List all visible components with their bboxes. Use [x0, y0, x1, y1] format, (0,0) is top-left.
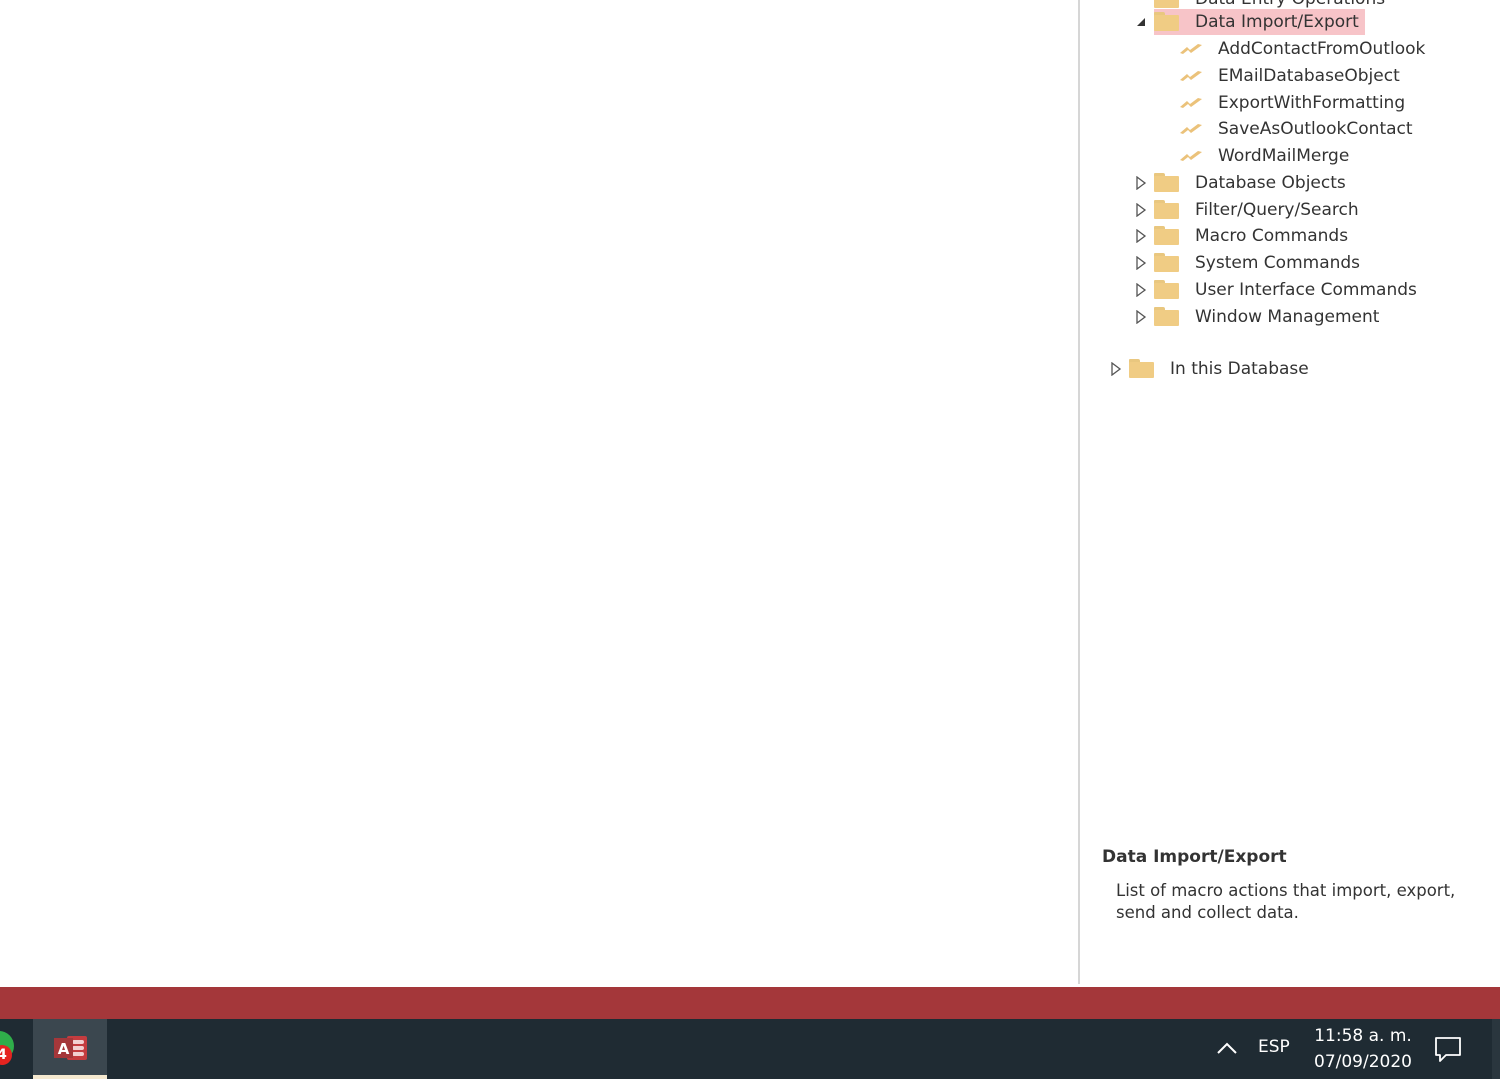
- tree-folder-item[interactable]: System Commands: [1134, 250, 1366, 276]
- tree-action-item[interactable]: SaveAsOutlookContact: [1178, 116, 1413, 142]
- expand-arrow-icon[interactable]: [1134, 256, 1148, 270]
- folder-icon: [1129, 359, 1155, 379]
- tree-folder-label: User Interface Commands: [1195, 280, 1417, 300]
- tree-folder-item[interactable]: Macro Commands: [1134, 223, 1354, 249]
- tree-folder-label: Macro Commands: [1195, 226, 1349, 246]
- tree-action-item[interactable]: AddContactFromOutlook: [1178, 36, 1425, 62]
- folder-icon: [1154, 253, 1180, 273]
- language-indicator[interactable]: ESP: [1258, 1037, 1290, 1057]
- taskbar-access-button[interactable]: A: [33, 1019, 107, 1079]
- folder-icon: [1154, 280, 1180, 300]
- chevron-up-icon[interactable]: [1212, 1034, 1242, 1064]
- folder-icon: [1154, 226, 1180, 246]
- collapse-arrow-icon[interactable]: [1134, 15, 1148, 29]
- action-catalog-pane: Data Entry Operations Data Import/Export…: [1078, 0, 1500, 984]
- show-desktop-button[interactable]: [1492, 1019, 1500, 1079]
- tree-action-label: ExportWithFormatting: [1218, 93, 1406, 113]
- tree-action-item[interactable]: EMailDatabaseObject: [1178, 63, 1400, 89]
- tree-folder-label: In this Database: [1170, 359, 1309, 379]
- tree-folder-in-this-database[interactable]: In this Database: [1109, 356, 1315, 382]
- tree-folder-data-import-export[interactable]: Data Import/Export: [1134, 9, 1365, 35]
- macro-action-icon: [1180, 124, 1202, 134]
- expand-arrow-icon[interactable]: [1134, 310, 1148, 324]
- folder-icon: [1154, 12, 1180, 32]
- tree-folder-item[interactable]: User Interface Commands: [1134, 277, 1423, 303]
- macro-action-icon: [1180, 44, 1202, 54]
- access-logo-letter: A: [58, 1040, 70, 1058]
- tree-folder-label: Filter/Query/Search: [1195, 200, 1359, 220]
- tree-folder-label: Window Management: [1195, 307, 1380, 327]
- tree-folder-label: System Commands: [1195, 253, 1361, 273]
- tree-action-label: SaveAsOutlookContact: [1218, 119, 1413, 139]
- status-bar: [0, 987, 1500, 1019]
- tree-folder-label: Data Entry Operations: [1195, 0, 1385, 9]
- windows-taskbar: 4 A ESP 11:58 a. m. 07/09/2020: [0, 1019, 1500, 1079]
- folder-icon: [1154, 173, 1180, 193]
- tree-folder-item[interactable]: Filter/Query/Search: [1134, 197, 1365, 223]
- active-app-indicator: [33, 1075, 107, 1079]
- expand-arrow-icon[interactable]: [1109, 362, 1123, 376]
- tree-action-label: EMailDatabaseObject: [1218, 66, 1400, 86]
- action-center-icon[interactable]: [1432, 1033, 1464, 1065]
- expand-arrow-icon[interactable]: [1134, 283, 1148, 297]
- tree-action-item[interactable]: WordMailMerge: [1178, 143, 1349, 169]
- expand-arrow-icon[interactable]: [1134, 176, 1148, 190]
- tree-action-item[interactable]: ExportWithFormatting: [1178, 90, 1405, 116]
- tree-folder-item[interactable]: Window Management: [1134, 304, 1385, 330]
- macro-action-icon: [1180, 98, 1202, 108]
- tree-folder-label: Database Objects: [1195, 173, 1346, 193]
- folder-icon: [1154, 307, 1180, 327]
- tree-folder-item[interactable]: Database Objects: [1134, 170, 1352, 196]
- description-text: List of macro actions that import, expor…: [1116, 881, 1456, 922]
- tree-folder-label: Data Import/Export: [1195, 12, 1359, 32]
- expand-arrow-icon[interactable]: [1134, 0, 1148, 6]
- description-title: Data Import/Export: [1102, 847, 1287, 867]
- clock-date: 07/09/2020: [1314, 1052, 1412, 1072]
- folder-icon: [1154, 0, 1180, 9]
- tree-action-label: AddContactFromOutlook: [1218, 39, 1426, 59]
- system-clock[interactable]: 11:58 a. m. 07/09/2020: [1310, 1023, 1416, 1075]
- access-app-icon: A: [54, 1036, 87, 1060]
- folder-icon: [1154, 200, 1180, 220]
- expand-arrow-icon[interactable]: [1134, 203, 1148, 217]
- tree-action-label: WordMailMerge: [1218, 146, 1350, 166]
- macro-action-icon: [1180, 71, 1202, 81]
- expand-arrow-icon[interactable]: [1134, 229, 1148, 243]
- clock-time: 11:58 a. m.: [1314, 1026, 1412, 1046]
- macro-action-icon: [1180, 151, 1202, 161]
- macro-design-canvas[interactable]: [0, 0, 1078, 987]
